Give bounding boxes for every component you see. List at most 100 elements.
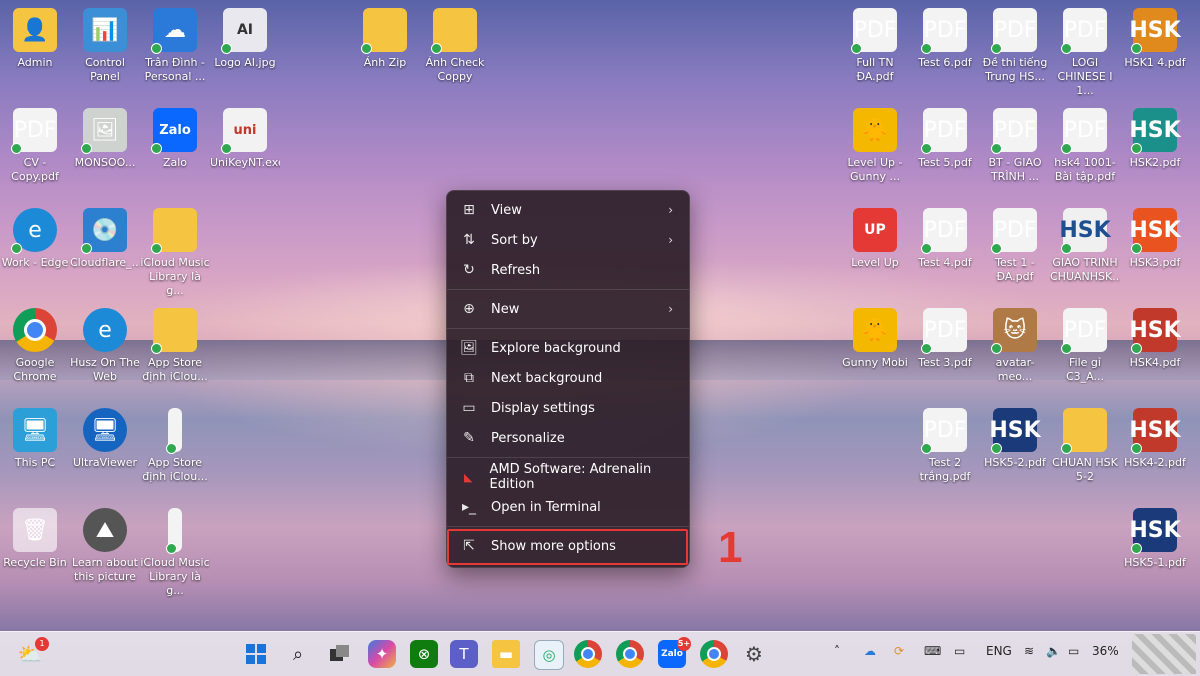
desktop-icon-hsk5-1[interactable]: HSK HSK5-1.pdf	[1120, 508, 1190, 570]
desktop-icon-level-up-gunny[interactable]: 🐥 Level Up - Gunny ...	[840, 108, 910, 184]
desktop-icon-test5[interactable]: PDF Test 5.pdf	[910, 108, 980, 170]
teams-button[interactable]: T	[450, 640, 478, 668]
desktop-icon-hsk4-1001[interactable]: PDF hsk4 1001- Bài tập.pdf	[1050, 108, 1120, 184]
desktop-icon-zalo[interactable]: Zalo Zalo	[140, 108, 210, 170]
desktop-icon-hsk4-2[interactable]: HSK HSK4-2.pdf	[1120, 408, 1190, 470]
chrome-profile-button[interactable]	[616, 640, 644, 668]
battery-percent: 36%	[1092, 644, 1119, 658]
chrome-icon	[13, 308, 57, 352]
desktop-icon-husz[interactable]: e Husz On The Web	[70, 308, 140, 384]
menu-item-personalize[interactable]: ✎ Personalize	[451, 423, 685, 453]
desktop-icon-giao-trinh-hsk[interactable]: HSK GIAO TRINH CHUANHSK...	[1050, 208, 1120, 284]
snipping-tool-button[interactable]: ◎	[534, 640, 564, 670]
menu-item-label: Display settings	[491, 400, 595, 416]
desktop-icon-test6[interactable]: PDF Test 6.pdf	[910, 8, 980, 70]
desktop-icon-monsoo[interactable]: 🖼 MONSOO...	[70, 108, 140, 170]
desktop-icon-control-panel[interactable]: 📊 Control Panel	[70, 8, 140, 84]
keyboard-icon[interactable]: ⌨	[924, 644, 941, 658]
desktop-icon-test1-da[interactable]: PDF Test 1 - ĐA.pdf	[980, 208, 1050, 284]
weather-widget[interactable]: ⛅ 1	[16, 637, 49, 668]
menu-item-sort-by[interactable]: ⇅ Sort by ›	[451, 225, 685, 255]
battery-icon[interactable]: ▭	[1068, 644, 1079, 658]
desktop-icon-app-store-zip[interactable]: App Store định iClou...	[140, 308, 210, 384]
desktop-icon-de-thi[interactable]: PDF Đề thi tiếng Trung HS...	[980, 8, 1050, 84]
menu-item-explore-background[interactable]: 🖼 Explore background	[451, 333, 685, 363]
desktop-icon-label: HSK4.pdf	[1129, 356, 1181, 369]
desktop-icon-avatar-meo[interactable]: 🐱 avatar-meo...	[980, 308, 1050, 384]
desktop-icon-label: iCloud Music Library là g...	[140, 256, 210, 297]
desktop-icon-app-store-file[interactable]: App Store định iClou...	[140, 408, 210, 484]
file-explorer-button[interactable]: ▬	[492, 640, 520, 668]
menu-item-label: Next background	[491, 370, 603, 386]
desktop-icon-anh-zip[interactable]: Ảnh Zip	[350, 8, 420, 70]
desktop-icon-label: Work - Edge	[1, 256, 69, 269]
desktop-icon-hsk5-2[interactable]: HSK HSK5-2.pdf	[980, 408, 1050, 470]
desktop-icon-icloud-folder[interactable]: iCloud Music Library là g...	[140, 208, 210, 298]
desktop-icon-gunny-mobi[interactable]: 🐥 Gunny Mobi	[840, 308, 910, 370]
menu-item-new[interactable]: ⊕ New ›	[451, 294, 685, 324]
desktop-icon-hsk4[interactable]: HSK HSK4.pdf	[1120, 308, 1190, 370]
desktop-icon-admin[interactable]: 👤 Admin	[0, 8, 70, 70]
desktop-icon-file-gi[interactable]: PDF File gỉ C3_A...	[1050, 308, 1120, 384]
menu-item-open-terminal[interactable]: ▸_ Open in Terminal	[451, 492, 685, 522]
language-indicator[interactable]: ENG	[986, 644, 1012, 658]
tablet-icon[interactable]: ▭	[954, 644, 965, 658]
desktop-icon-test2-trang[interactable]: PDF Test 2 trắng.pdf	[910, 408, 980, 484]
desktop-icon-anh-check[interactable]: Ảnh Check Coppy	[420, 8, 490, 84]
brush-icon: ✎	[463, 430, 475, 446]
desktop-icon-work-edge[interactable]: e Work - Edge	[0, 208, 70, 270]
desktop-icon-label: This PC	[14, 456, 56, 469]
onedrive-tray-icon[interactable]: ☁	[864, 644, 876, 658]
desktop-icon-test3[interactable]: PDF Test 3.pdf	[910, 308, 980, 370]
desktop-icon-full-tn[interactable]: PDF Full TN ĐA.pdf	[840, 8, 910, 84]
wifi-icon[interactable]: ≋	[1024, 644, 1034, 658]
chrome-profile-button-2[interactable]	[700, 640, 728, 668]
zalo-taskbar-button[interactable]: Zalo 5+	[658, 637, 691, 668]
task-view-button[interactable]	[326, 640, 354, 668]
volume-icon[interactable]: 🔈	[1046, 644, 1061, 658]
menu-item-view[interactable]: ⊞ View ›	[451, 195, 685, 225]
desktop-icon-level-up[interactable]: UP Level Up	[840, 208, 910, 270]
menu-item-refresh[interactable]: ↻ Refresh	[451, 255, 685, 285]
copilot-button[interactable]: ✦	[368, 640, 396, 668]
desktop-icon-test4[interactable]: PDF Test 4.pdf	[910, 208, 980, 270]
xbox-button[interactable]: ⊗	[410, 640, 438, 668]
menu-separator	[447, 289, 689, 290]
desktop-icon-hsk2[interactable]: HSK HSK2.pdf	[1120, 108, 1190, 170]
menu-item-amd-software[interactable]: ◣ AMD Software: Adrenalin Edition	[451, 462, 685, 492]
search-button[interactable]: ⌕	[284, 640, 312, 668]
desktop-icon-hsk1-4[interactable]: HSK HSK1 4.pdf	[1120, 8, 1190, 70]
desktop-icon-label: CHUAN HSK 5-2	[1052, 456, 1118, 483]
desktop-icon-label: Full TN ĐA.pdf	[856, 56, 894, 83]
hsk-icon: HSK	[1129, 408, 1181, 454]
desktop-icon-onedrive[interactable]: ☁ Trân Đình - Personal ...	[140, 8, 210, 84]
menu-item-next-background[interactable]: ⧉ Next background	[451, 363, 685, 393]
desktop-icon-ultraviewer[interactable]: 🖥 UltraViewer	[70, 408, 140, 470]
desktop-icon-logo-ai[interactable]: AI Logo AI.jpg	[210, 8, 280, 70]
clock-area[interactable]	[1132, 634, 1196, 674]
chrome-button[interactable]	[574, 640, 602, 668]
desktop-icon-unikey[interactable]: uni UniKeyNT.exe	[210, 108, 280, 170]
desktop-icon-cloudflare[interactable]: 💿 Cloudflare_...	[70, 208, 140, 270]
settings-button[interactable]: ⚙	[740, 640, 768, 668]
hsk-icon: HSK	[1129, 208, 1181, 254]
desktop-icon-bt-giao-trinh[interactable]: PDF BT - GIAO TRÌNH ...	[980, 108, 1050, 184]
desktop-icon-label: Control Panel	[85, 56, 125, 83]
tray-overflow-button[interactable]: ˄	[834, 644, 840, 658]
desktop-icon-cv[interactable]: PDF CV - Copy.pdf	[0, 108, 70, 184]
menu-separator	[447, 328, 689, 329]
desktop-icon-chuan-hsk-folder[interactable]: CHUAN HSK 5-2	[1050, 408, 1120, 484]
desktop-icon-label: Level Up - Gunny ...	[847, 156, 903, 183]
desktop-icon-logi[interactable]: PDF LOGI CHINESE I 1...	[1050, 8, 1120, 98]
desktop-icon-label: BT - GIAO TRÌNH ...	[988, 156, 1042, 183]
desktop-icon-google-chrome[interactable]: Google Chrome	[0, 308, 70, 384]
desktop-icon-learn-picture[interactable]: ⛰ Learn about this picture	[70, 508, 140, 584]
desktop-icon-label: Test 1 - ĐA.pdf	[995, 256, 1035, 283]
sync-tray-icon[interactable]: ⟳	[894, 644, 904, 658]
desktop-icon-icloud-file[interactable]: iCloud Music Library là g...	[140, 508, 210, 598]
menu-item-display-settings[interactable]: ▭ Display settings	[451, 393, 685, 423]
start-button[interactable]	[242, 640, 270, 668]
desktop-icon-this-pc[interactable]: 🖥 This PC	[0, 408, 70, 470]
desktop-icon-hsk3[interactable]: HSK HSK3.pdf	[1120, 208, 1190, 270]
desktop-icon-recycle-bin[interactable]: 🗑 Recycle Bin	[0, 508, 70, 570]
